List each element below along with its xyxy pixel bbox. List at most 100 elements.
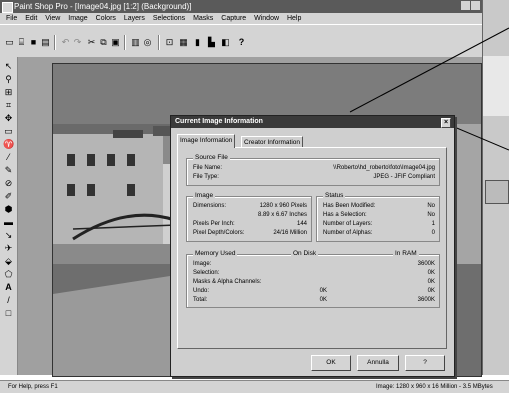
paste-icon[interactable]: ▣: [110, 37, 121, 48]
toolbar-separator: [124, 35, 126, 50]
status-group: Status Has Been Modified: No Has a Selec…: [316, 192, 440, 242]
line-icon[interactable]: /: [3, 295, 14, 306]
memory-row-ram: 0K: [427, 270, 435, 276]
redo-icon[interactable]: ↷: [72, 37, 83, 48]
memory-row-label: Undo:: [193, 288, 210, 294]
menu-image[interactable]: Image: [68, 13, 87, 24]
menu-edit[interactable]: Edit: [25, 13, 37, 24]
shape-icon[interactable]: □: [3, 308, 14, 319]
menu-colors[interactable]: Colors: [96, 13, 116, 24]
file-name-value: \\Roberto\hd_roberto\foto\Image04.jpg: [333, 165, 435, 171]
source-file-label: Source File: [193, 154, 230, 162]
ppi-label: Pixels Per Inch:: [193, 221, 235, 227]
menu-selections[interactable]: Selections: [153, 13, 185, 24]
zoom-icon[interactable]: ◎: [142, 37, 153, 48]
new-icon[interactable]: ▭: [4, 37, 15, 48]
window-title: Paint Shop Pro - [Image04.jpg [1:2] (Bac…: [14, 2, 192, 11]
cancel-button[interactable]: Annulla: [357, 355, 399, 371]
paintbrush-icon[interactable]: ✎: [3, 165, 14, 176]
memory-row-ram: 3600K: [417, 261, 435, 267]
help-button[interactable]: ?: [405, 355, 445, 371]
help-icon[interactable]: ?: [236, 37, 247, 48]
picture-tube-icon[interactable]: ⬠: [3, 269, 14, 280]
file-name-label: File Name:: [193, 165, 223, 171]
memory-row-ram: 0K: [427, 288, 435, 294]
dialog-title: Current Image Information: [175, 118, 263, 125]
memory-row-label: Masks & Alpha Channels:: [193, 279, 262, 285]
memory-row-ram: 3600K: [417, 297, 435, 303]
airbrush-icon[interactable]: ✈: [3, 243, 14, 254]
dialog-title-bar: Current Image Information ×: [171, 116, 454, 128]
undo-icon[interactable]: ↶: [60, 37, 71, 48]
select-arrow-icon[interactable]: ↖: [3, 61, 14, 72]
pixel-depth-label: Pixel Depth/Colors:: [193, 230, 245, 236]
status-image-info: Image: 1280 x 960 x 16 Million - 3.5 MBy…: [376, 384, 493, 390]
alphas-value: 0: [431, 230, 435, 236]
file-type-label: File Type:: [193, 174, 219, 180]
memory-row-disk: 0K: [319, 288, 327, 294]
cut-icon[interactable]: ✂: [86, 37, 97, 48]
memory-group: Memory Used On Disk In RAM Image: 3600K …: [186, 250, 440, 308]
status-bar: For Help, press F1 Image: 1280 x 960 x 1…: [0, 380, 509, 393]
memory-row-label: Selection:: [193, 270, 220, 276]
ok-button[interactable]: OK: [311, 355, 351, 371]
memory-row-label: Total:: [193, 297, 208, 303]
layers-label: Number of Layers:: [323, 221, 373, 227]
menu-masks[interactable]: Masks: [193, 13, 213, 24]
tab-panel: Source File File Name: \\Roberto\hd_robe…: [177, 147, 447, 349]
selection-value: No: [427, 212, 435, 218]
color-palette-icon[interactable]: ▦: [178, 37, 189, 48]
image-group: Image Dimensions: 1280 x 960 Pixels 8.89…: [186, 192, 312, 242]
menu-file[interactable]: File: [6, 13, 17, 24]
layers-value: 1: [431, 221, 435, 227]
zoom-tool-icon[interactable]: ⚲: [3, 74, 14, 85]
memory-row-ram: 0K: [427, 279, 435, 285]
image-info-dialog: Current Image Information × Image Inform…: [170, 115, 455, 377]
alphas-label: Number of Alphas:: [323, 230, 373, 236]
open-icon[interactable]: ⌸: [16, 37, 27, 48]
copy-icon[interactable]: ⧉: [98, 37, 109, 48]
menu-layers[interactable]: Layers: [124, 13, 145, 24]
save-icon[interactable]: ■: [28, 37, 39, 48]
menu-capture[interactable]: Capture: [221, 13, 246, 24]
selection-label: Has a Selection:: [323, 212, 367, 218]
status-help-text: For Help, press F1: [8, 384, 58, 390]
menu-view[interactable]: View: [45, 13, 60, 24]
tool-palette: ↖ ⚲ ⊞ ⌗ ✥ ▭ ♈ ⁄ ✎ ⊘ ✐ ⬢ ▬ ↘ ✈ ⬙ ⬠ A / □: [0, 57, 18, 375]
tab-image-information[interactable]: Image Information: [177, 134, 236, 148]
source-file-group: Source File File Name: \\Roberto\hd_robe…: [186, 154, 440, 186]
text-icon[interactable]: A: [3, 282, 14, 293]
overview-icon[interactable]: ◧: [220, 37, 231, 48]
retouch-icon[interactable]: ⬢: [3, 204, 14, 215]
dimensions-pixels-value: 1280 x 960 Pixels: [259, 203, 307, 209]
dropper-icon[interactable]: ⁄: [3, 152, 14, 163]
image-group-label: Image: [193, 192, 216, 200]
toolbar-separator: [54, 35, 56, 50]
dimensions-label: Dimensions:: [193, 203, 227, 209]
crop-icon[interactable]: ⌗: [3, 100, 14, 111]
dimensions-inches-value: 8.89 x 6.67 Inches: [257, 212, 307, 218]
memory-row-disk: 0K: [319, 297, 327, 303]
modified-value: No: [427, 203, 435, 209]
status-group-label: Status: [323, 192, 346, 200]
selection-icon[interactable]: ▭: [3, 126, 14, 137]
modified-label: Has Been Modified:: [323, 203, 376, 209]
clone-icon[interactable]: ⊘: [3, 178, 14, 189]
lasso-icon[interactable]: ♈: [3, 139, 14, 150]
deform-icon[interactable]: ⊞: [3, 87, 14, 98]
in-ram-header: In RAM: [393, 250, 419, 258]
menu-window[interactable]: Window: [254, 13, 279, 24]
flood-fill-icon[interactable]: ⬙: [3, 256, 14, 267]
memory-row-label: Image:: [193, 261, 212, 267]
close-icon[interactable]: ×: [441, 118, 451, 128]
browse-icon[interactable]: ▥: [130, 37, 141, 48]
histogram-icon[interactable]: ▙: [206, 37, 217, 48]
color-replacer-icon[interactable]: ✐: [3, 191, 14, 202]
tool-palette-icon[interactable]: ⊡: [164, 37, 175, 48]
scratch-remover-icon[interactable]: ↘: [3, 230, 14, 241]
print-icon[interactable]: ▤: [40, 37, 51, 48]
move-icon[interactable]: ✥: [3, 113, 14, 124]
layer-icon[interactable]: ▮: [192, 37, 203, 48]
eraser-icon[interactable]: ▬: [3, 217, 14, 228]
menu-help[interactable]: Help: [287, 13, 301, 24]
